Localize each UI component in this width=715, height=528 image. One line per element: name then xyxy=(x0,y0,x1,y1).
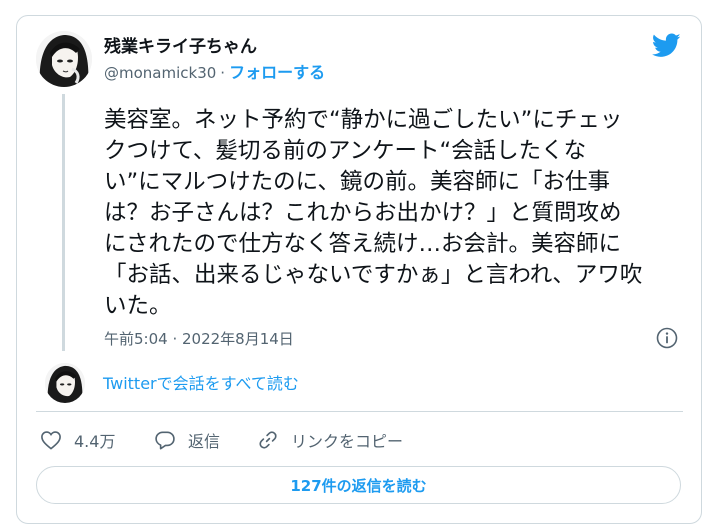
like-count: 4.4万 xyxy=(74,432,116,451)
tweet-text-line: 美容室。ネット予約で“静かに過ごしたい”にチェッ xyxy=(104,107,623,133)
twitter-bird-icon[interactable] xyxy=(652,33,681,58)
author-name[interactable]: 残業キライ子ちゃん xyxy=(104,35,257,59)
read-replies-label: 127件の返信を読む xyxy=(290,476,427,495)
tweet-text-line: い”にマルつけたのに、鏡の前。美容師に「お仕事 xyxy=(104,169,610,195)
read-replies-button[interactable]: 127件の返信を読む xyxy=(36,466,681,504)
follow-button[interactable]: フォローする xyxy=(229,63,325,82)
tweet-text-line: クつけて、髪切る前のアンケート“会話したくな xyxy=(104,138,587,164)
like-button[interactable]: 4.4万 xyxy=(40,428,115,452)
copy-link-button[interactable]: リンクをコピー xyxy=(257,428,403,452)
reply-label: 返信 xyxy=(188,432,221,451)
heart-icon xyxy=(41,431,61,450)
info-icon[interactable] xyxy=(656,327,678,349)
reply-button[interactable]: 返信 xyxy=(154,428,220,452)
tweet-text-line: にされたので仕方なく答え続け…お会計。美容師に xyxy=(104,231,622,257)
thread-line xyxy=(62,94,65,351)
divider xyxy=(36,411,683,412)
author-handle[interactable]: @monamick30 xyxy=(104,64,216,82)
speech-bubble-icon xyxy=(155,431,175,450)
tweet-timestamp[interactable]: 午前5:04 · 2022年8月14日 xyxy=(104,329,294,349)
link-icon xyxy=(259,431,277,449)
copy-link-label: リンクをコピー xyxy=(291,432,404,451)
conversation-avatar xyxy=(45,363,85,403)
handle-separator: · xyxy=(220,64,226,82)
tweet-text: 美容室。ネット予約で“静かに過ごしたい”にチェッ クつけて、髪切る前のアンケート… xyxy=(104,105,689,322)
tweet-text-line: 「お話、出来るじゃないですかぁ」と言われ、アワ吹 xyxy=(104,262,643,288)
author-avatar[interactable] xyxy=(36,31,92,87)
tweet-text-line: いた。 xyxy=(104,293,172,319)
tweet-text-line: は？お子さんは？これからお出かけ？」と質問攻め xyxy=(104,200,622,226)
author-handle-row: @monamick30 · フォローする xyxy=(104,63,325,83)
read-conversation-link[interactable]: Twitterで会話をすべて読む xyxy=(103,374,299,394)
